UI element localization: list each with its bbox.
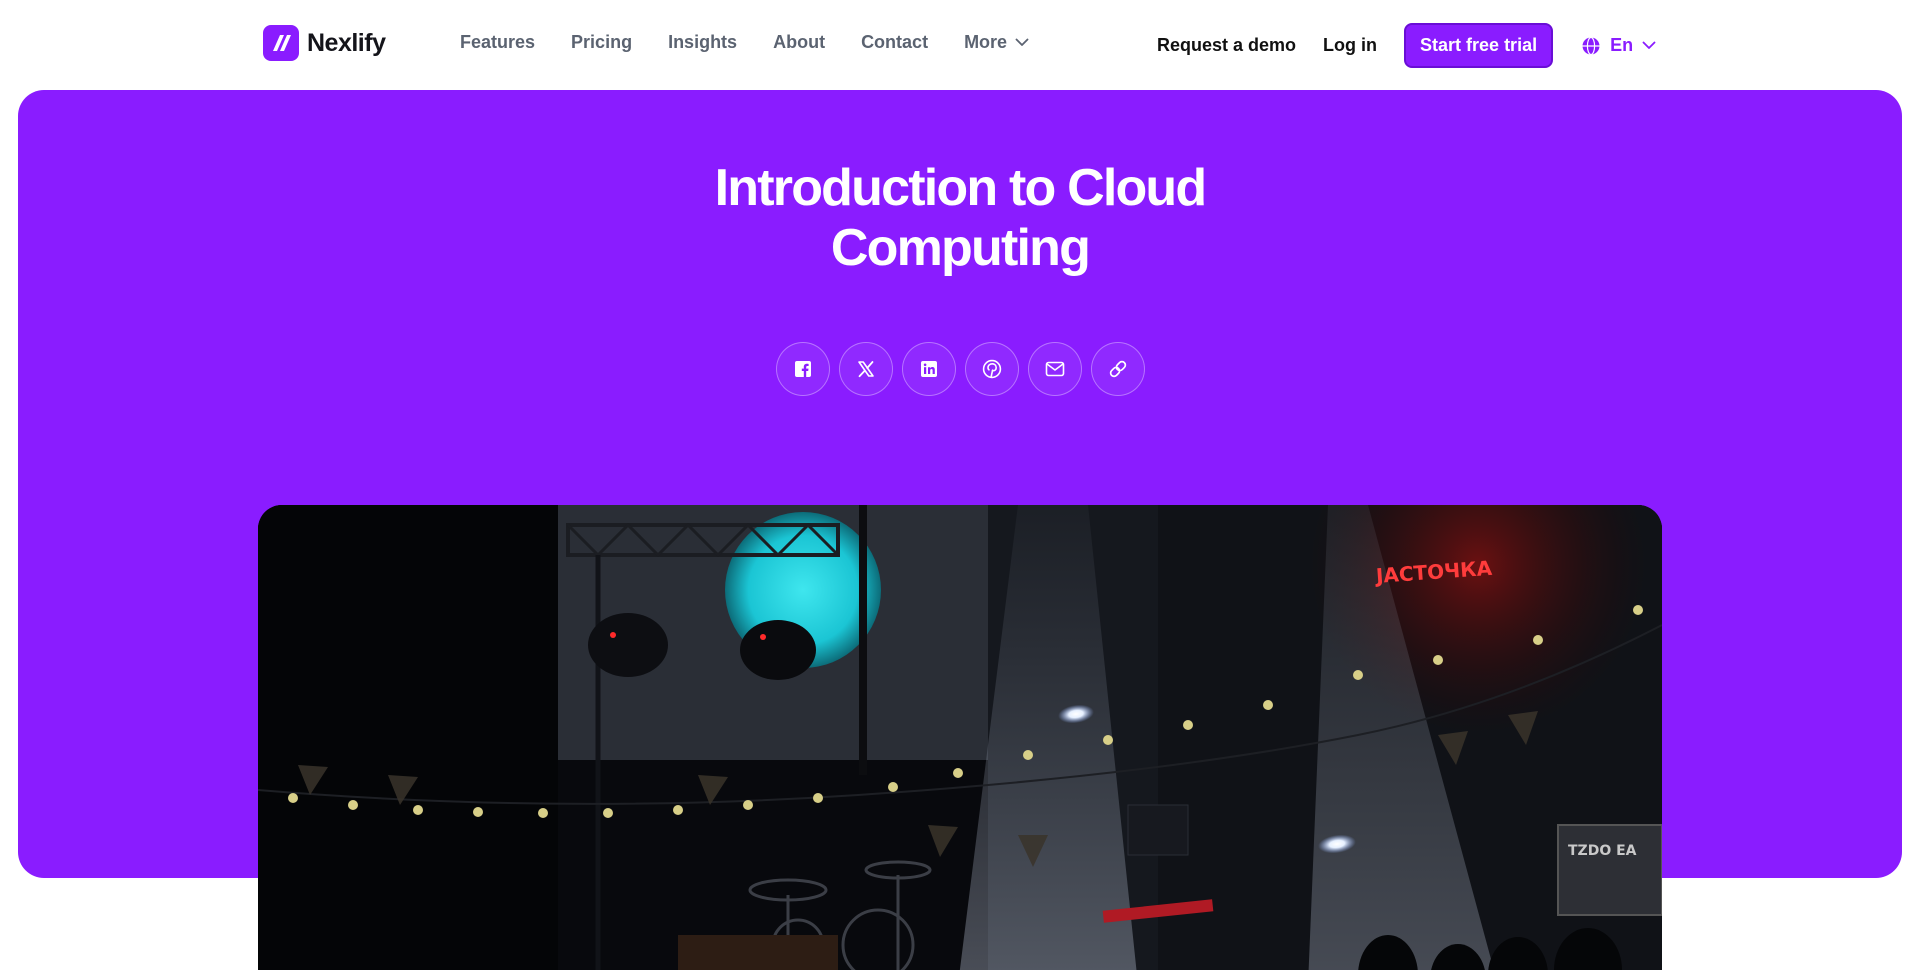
- nav-item-contact[interactable]: Contact: [861, 32, 928, 53]
- pinterest-icon: [982, 359, 1002, 379]
- x-twitter-icon: [858, 361, 874, 378]
- share-x-button[interactable]: [839, 342, 893, 396]
- linkedin-icon: [921, 361, 937, 377]
- language-selector[interactable]: En: [1581, 35, 1656, 56]
- share-linkedin-button[interactable]: [902, 342, 956, 396]
- brand-logo-link[interactable]: Nexlify: [263, 25, 386, 61]
- nav-actions: Request a demo Log in Start free trial E…: [1157, 23, 1656, 68]
- login-link[interactable]: Log in: [1323, 35, 1377, 56]
- chevron-down-icon: [1015, 38, 1029, 46]
- nav-item-pricing[interactable]: Pricing: [571, 32, 632, 53]
- concert-stage-photo: JACTOЧКА TZDO EA: [258, 505, 1662, 970]
- share-email-button[interactable]: [1028, 342, 1082, 396]
- globe-icon: [1582, 36, 1600, 55]
- featured-image: JACTOЧКА TZDO EA: [258, 505, 1662, 970]
- email-icon: [1045, 361, 1065, 377]
- facebook-icon: [795, 361, 811, 377]
- nav-item-features[interactable]: Features: [460, 32, 535, 53]
- start-free-trial-button[interactable]: Start free trial: [1404, 23, 1554, 68]
- wall-poster-text: TZDO EA: [1568, 843, 1637, 859]
- share-buttons: [776, 342, 1145, 396]
- page-title-line-2: Computing: [830, 219, 1091, 277]
- nav-item-insights[interactable]: Insights: [668, 32, 737, 53]
- language-label: En: [1610, 35, 1634, 55]
- page-title-line-1: Introduction to Cloud: [714, 159, 1208, 217]
- nav-item-more-label: More: [964, 32, 1008, 52]
- share-pinterest-button[interactable]: [965, 342, 1019, 396]
- chevron-down-icon: [1642, 41, 1656, 49]
- brand-name: Nexlify: [307, 28, 386, 57]
- page-title: Introduction to Cloud Computing: [18, 158, 1902, 278]
- share-facebook-button[interactable]: [776, 342, 830, 396]
- nav-item-more[interactable]: More: [964, 32, 1029, 53]
- top-navigation: Nexlify Features Pricing Insights About …: [0, 0, 1920, 90]
- brand-logo-icon: [263, 25, 299, 61]
- nav-item-about[interactable]: About: [773, 32, 825, 53]
- copy-link-button[interactable]: [1091, 342, 1145, 396]
- main-menu: Features Pricing Insights About Contact …: [460, 32, 1029, 53]
- link-icon: [1109, 360, 1127, 378]
- request-demo-link[interactable]: Request a demo: [1157, 35, 1296, 56]
